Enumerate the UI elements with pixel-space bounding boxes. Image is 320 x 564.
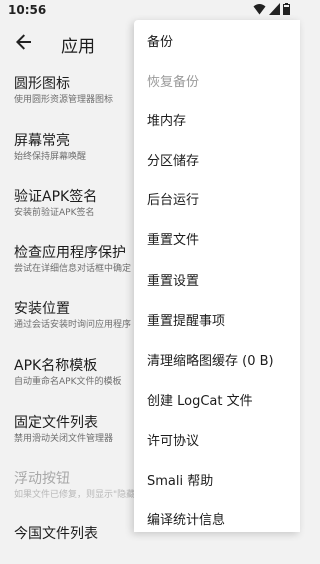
setting-subtitle: 禁用滑动关闭文件管理器: [14, 434, 114, 444]
page-title: 应用: [61, 37, 95, 57]
setting-subtitle: 如果文件已修复，则显示"隐藏: [14, 490, 136, 500]
wifi-icon: [253, 4, 266, 15]
menu-item-scoped-storage[interactable]: 分区储存: [134, 142, 300, 182]
setting-subtitle: 通过会话安装时询问应用程序: [14, 320, 132, 330]
menu-item-background-run[interactable]: 后台运行: [134, 181, 300, 221]
setting-title: 安装位置: [14, 301, 70, 317]
menu-item-reset-reminders[interactable]: 重置提醒事项: [134, 302, 300, 342]
menu-item-heap-memory[interactable]: 堆内存: [134, 102, 300, 142]
menu-item-build-stats[interactable]: 编译统计信息: [134, 501, 300, 532]
menu-item-reset-settings[interactable]: 重置设置: [134, 262, 300, 302]
setting-subtitle: 使用圆形资源管理器图标: [14, 95, 114, 105]
setting-subtitle: 自动重命名APK文件的模板: [14, 377, 122, 387]
setting-title: 圆形图标: [14, 76, 70, 92]
setting-title: 检查应用程序保护: [14, 245, 126, 261]
menu-item-clear-thumbnail-cache[interactable]: 清理缩略图缓存 (0 B): [134, 342, 300, 382]
setting-title: 固定文件列表: [14, 415, 98, 431]
overflow-menu: 备份 恢复备份 堆内存 分区储存 后台运行 重置文件 重置设置 重置提醒事项 清…: [134, 20, 300, 532]
menu-item-smali-help[interactable]: Smali 帮助: [134, 462, 300, 502]
arrow-back-icon: [16, 34, 31, 50]
setting-subtitle: 始终保持屏幕唤醒: [14, 152, 87, 162]
back-button[interactable]: [12, 30, 36, 54]
setting-title: 今国文件列表: [14, 526, 98, 542]
setting-title: 浮动按钮: [14, 471, 70, 487]
setting-subtitle: 尝试在详细信息对话框中确定: [14, 264, 132, 274]
menu-item-reset-files[interactable]: 重置文件: [134, 221, 300, 261]
setting-title: 验证APK签名: [14, 189, 98, 205]
setting-title: 屏幕常亮: [14, 133, 70, 149]
menu-item-license[interactable]: 许可协议: [134, 422, 300, 462]
menu-item-create-logcat[interactable]: 创建 LogCat 文件: [134, 382, 300, 422]
status-time: 10:56: [8, 3, 47, 17]
menu-item-restore-backup[interactable]: 恢复备份: [134, 63, 300, 103]
status-icons: [253, 3, 290, 15]
signal-icon: [269, 3, 280, 15]
battery-icon: [283, 3, 290, 15]
setting-subtitle: 安装前验证APK签名: [14, 208, 95, 218]
setting-title: APK名称模板: [14, 358, 98, 374]
menu-item-backup[interactable]: 备份: [134, 23, 300, 63]
status-bar: 10:56: [0, 0, 300, 20]
